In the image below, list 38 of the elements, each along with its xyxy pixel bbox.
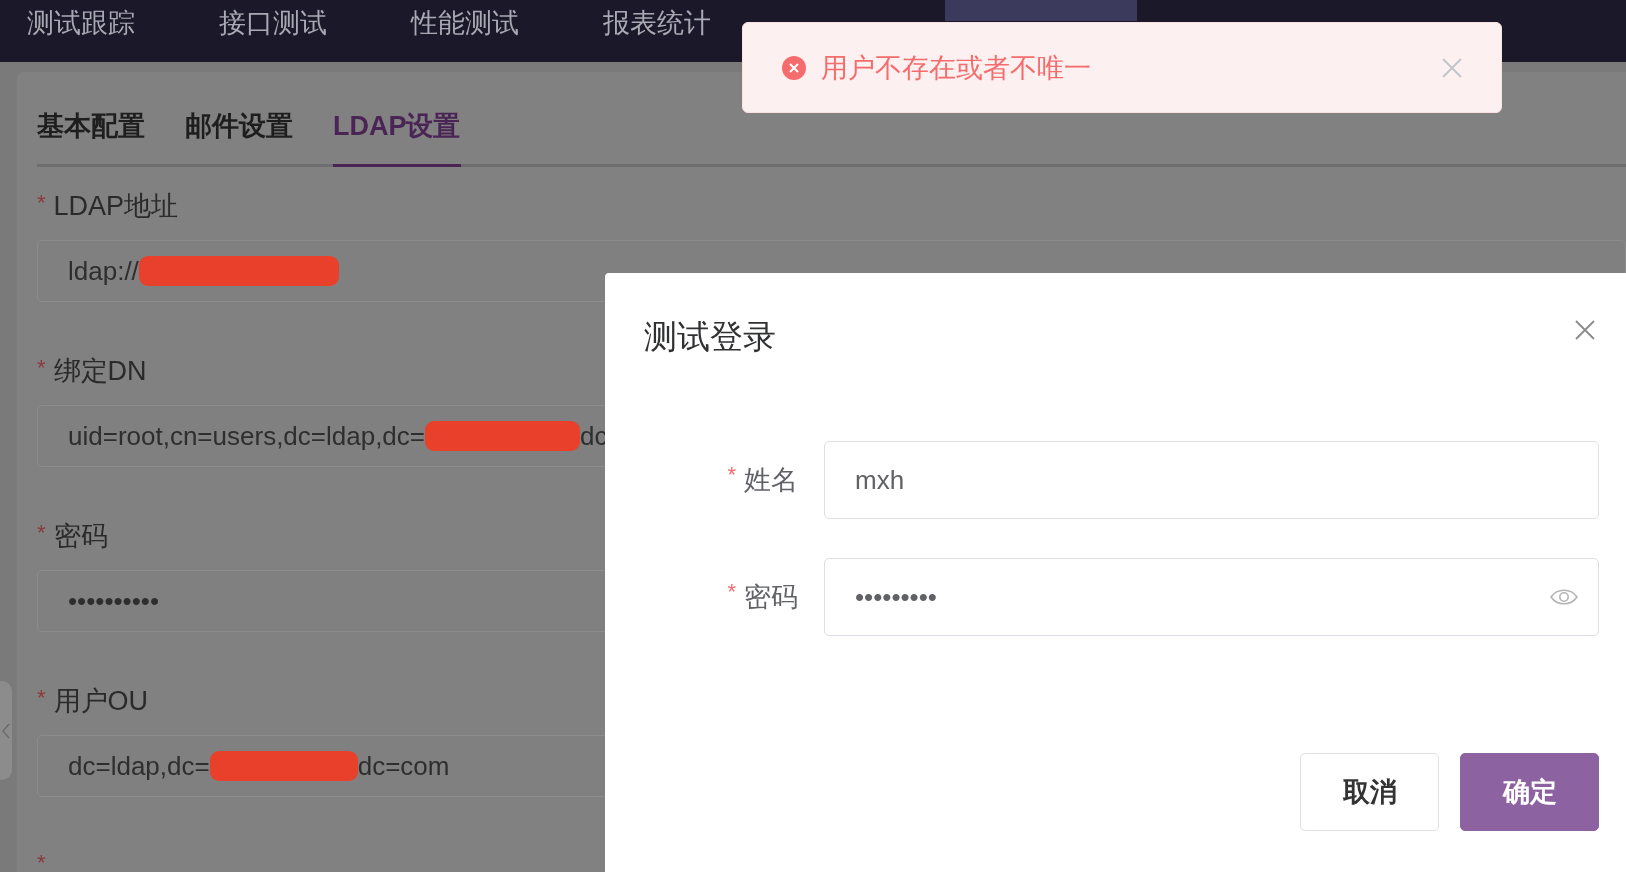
chevron-left-icon: [2, 722, 10, 739]
field-label: 姓名: [744, 464, 798, 497]
close-icon[interactable]: [1441, 56, 1463, 79]
field-label: 密码: [744, 581, 798, 614]
sidebar-toggle[interactable]: [0, 681, 12, 780]
field-label: LDAP地址: [53, 190, 179, 223]
tab[interactable]: 基本配置: [37, 108, 145, 167]
field-label: 用户OU: [53, 685, 149, 718]
required-mark: *: [37, 190, 46, 216]
tab[interactable]: 邮件设置: [185, 108, 293, 167]
nav-item[interactable]: [945, 0, 1137, 21]
field-label: 密码: [53, 520, 108, 553]
nav-item[interactable]: 性能测试: [369, 0, 561, 62]
confirm-button[interactable]: 确定: [1460, 753, 1599, 831]
required-mark: *: [37, 355, 46, 381]
required-mark: *: [37, 850, 46, 872]
tab[interactable]: LDAP设置: [333, 108, 461, 167]
eye-icon[interactable]: [1550, 587, 1578, 607]
nav-item[interactable]: 接口测试: [177, 0, 369, 62]
required-mark: *: [727, 462, 736, 488]
required-mark: *: [37, 685, 46, 711]
field-label: 绑定DN: [53, 355, 147, 388]
nav-item[interactable]: 测试跟踪: [0, 0, 177, 62]
required-mark: *: [37, 520, 46, 546]
field-text: ••••••••••: [68, 585, 160, 617]
field-text: dc: [580, 420, 608, 452]
error-icon: [782, 55, 806, 80]
field-text: dc=ldap,dc=: [68, 750, 210, 782]
close-icon[interactable]: [1574, 319, 1596, 341]
required-mark: *: [727, 579, 736, 605]
cancel-button[interactable]: 取消: [1300, 753, 1439, 831]
input-field[interactable]: •••••••••: [824, 558, 1599, 636]
input-field[interactable]: mxh: [824, 441, 1599, 519]
field-text: ldap://: [68, 255, 139, 287]
toast-message: 用户不存在或者不唯一: [821, 51, 1092, 85]
field-text: uid=root,cn=users,dc=ldap,dc=: [68, 420, 426, 452]
field-text: dc=com: [357, 750, 450, 782]
dialog-title: 测试登录: [644, 317, 776, 357]
